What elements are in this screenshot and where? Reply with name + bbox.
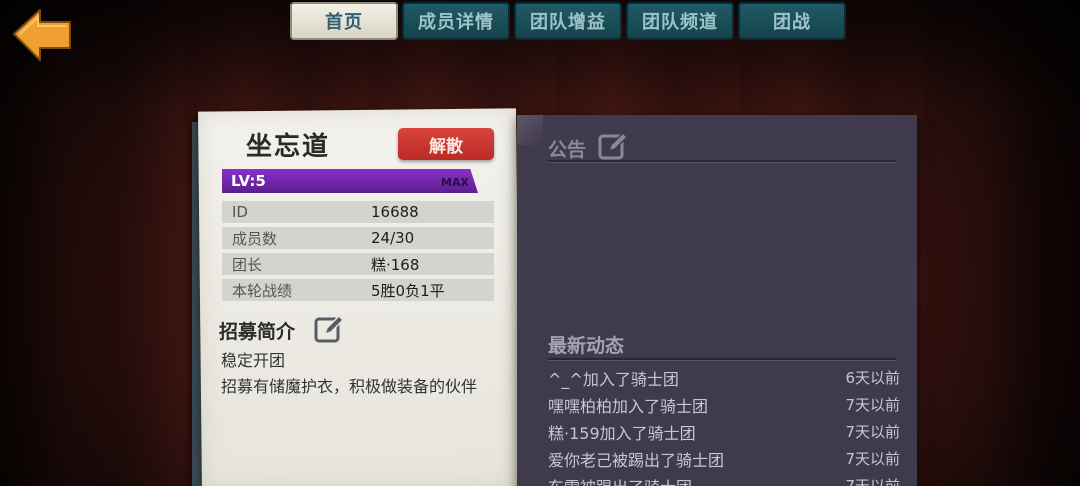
team-name: 坐忘道 xyxy=(246,132,331,162)
info-key: ID xyxy=(232,203,248,221)
news-time: 7天以前 xyxy=(845,450,900,468)
info-row-id: ID 16688 xyxy=(222,201,494,223)
tab-member-details[interactable]: 成员详情 xyxy=(402,2,510,40)
news-time: 6天以前 xyxy=(845,369,900,387)
recruit-title: 招募简介 xyxy=(219,321,296,343)
news-title: 最新动态 xyxy=(548,335,625,357)
back-button[interactable] xyxy=(10,6,74,64)
news-text: 糕·159加入了骑士团 xyxy=(548,423,696,443)
team-info-table: ID 16688 成员数 24/30 团长 糕·168 本轮战绩 5胜0负1平 xyxy=(222,201,494,305)
info-value: 16688 xyxy=(371,203,419,221)
panel-corner xyxy=(517,115,543,145)
news-text: ^_^加入了骑士团 xyxy=(548,369,679,389)
news-time: 7天以前 xyxy=(845,423,900,441)
news-item: 嘿嘿柏柏加入了骑士团 7天以前 xyxy=(548,391,900,418)
news-text: 东雷被踢出了骑士团 xyxy=(548,474,692,486)
tab-team-channel[interactable]: 团队频道 xyxy=(626,2,734,40)
tab-home[interactable]: 首页 xyxy=(290,2,398,40)
info-value: 糕·168 xyxy=(371,255,420,274)
pencil-edit-icon xyxy=(314,314,345,343)
news-list: ^_^加入了骑士团 6天以前 嘿嘿柏柏加入了骑士团 7天以前 糕·159加入了骑… xyxy=(548,364,900,486)
news-item: 糕·159加入了骑士团 7天以前 xyxy=(548,418,900,445)
info-key: 本轮战绩 xyxy=(232,281,293,300)
announcement-title: 公告 xyxy=(548,139,587,161)
back-arrow-icon xyxy=(13,9,71,61)
pencil-edit-icon xyxy=(598,131,629,160)
tab-team-battle[interactable]: 团战 xyxy=(738,2,846,40)
disband-button[interactable]: 解散 xyxy=(398,128,494,160)
news-time: 7天以前 xyxy=(845,477,900,486)
news-item: 爱你老己被踢出了骑士团 7天以前 xyxy=(548,445,900,472)
recruit-line-2: 招募有储魔护衣，积极做装备的伙伴 xyxy=(221,377,478,396)
recruit-line-1: 稳定开团 xyxy=(221,351,286,370)
background-vignette-right xyxy=(890,0,1080,486)
news-text: 嘿嘿柏柏加入了骑士团 xyxy=(548,396,709,416)
news-time: 7天以前 xyxy=(845,396,900,414)
info-row-member-count: 成员数 24/30 xyxy=(222,227,494,249)
info-value: 24/30 xyxy=(371,229,415,247)
recruit-description: 稳定开团 招募有储魔护衣，积极做装备的伙伴 xyxy=(221,348,506,400)
info-key: 团长 xyxy=(232,255,263,274)
background-vignette-left xyxy=(0,0,190,486)
news-item: 东雷被踢出了骑士团 7天以前 xyxy=(548,472,900,486)
level-label: LV:5 xyxy=(231,172,266,190)
edit-announcement-button[interactable] xyxy=(597,131,629,163)
info-key: 成员数 xyxy=(232,229,278,248)
info-row-leader: 团长 糕·168 xyxy=(222,253,494,275)
info-value: 5胜0负1平 xyxy=(371,281,445,300)
tab-bar: 首页 成员详情 团队增益 团队频道 团战 xyxy=(290,2,846,42)
level-max-badge: MAX xyxy=(441,176,469,189)
tab-team-buffs[interactable]: 团队增益 xyxy=(514,2,622,40)
announcement-divider xyxy=(548,160,896,162)
edit-recruit-button[interactable] xyxy=(313,314,345,346)
news-divider xyxy=(548,358,896,360)
news-text: 爱你老己被踢出了骑士团 xyxy=(548,450,725,470)
news-item: ^_^加入了骑士团 6天以前 xyxy=(548,364,900,391)
info-row-record: 本轮战绩 5胜0负1平 xyxy=(222,279,494,301)
